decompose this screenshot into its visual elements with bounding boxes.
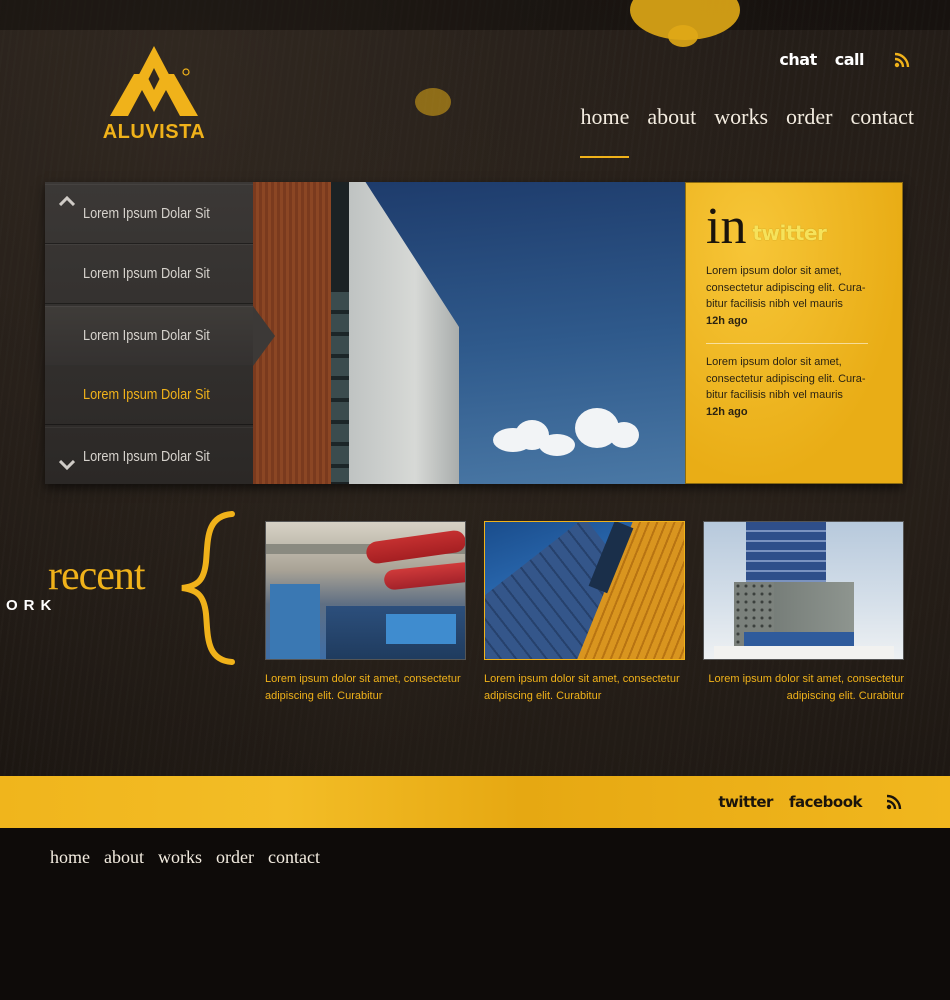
social-links: twitter facebook bbox=[718, 793, 902, 811]
tweet-text: Lorem ipsum dolor sit amet, consectetur … bbox=[706, 356, 866, 401]
chat-link[interactable]: chat bbox=[779, 50, 817, 69]
tweet-time: 12h ago bbox=[706, 405, 748, 418]
tweet-text: Lorem ipsum dolor sit amet, consectetur … bbox=[706, 265, 866, 310]
main-nav: home about works order contact bbox=[580, 104, 914, 158]
slide-item-highlight[interactable]: Lorem Ipsum Dolar Sit bbox=[45, 365, 253, 425]
brand-name: ALUVISTA bbox=[102, 121, 206, 143]
rss-icon[interactable] bbox=[894, 52, 910, 68]
footer-nav-home[interactable]: home bbox=[50, 847, 90, 868]
slide-photo bbox=[253, 182, 685, 484]
facebook-link[interactable]: facebook bbox=[789, 793, 863, 811]
footer-nav-works[interactable]: works bbox=[158, 847, 202, 868]
slide-pointer bbox=[253, 306, 275, 366]
call-link[interactable]: call bbox=[835, 50, 865, 69]
top-links: chat call bbox=[779, 50, 910, 69]
recent-subtitle: ORK bbox=[6, 597, 58, 614]
aluvista-logo-icon bbox=[110, 46, 198, 116]
work-card: Lorem ipsum dolor sit amet, consectetur … bbox=[265, 521, 466, 704]
footer-nav: home about works order contact bbox=[50, 847, 320, 868]
work-card: Lorem ipsum dolor sit amet, consectetur … bbox=[484, 521, 685, 704]
tweet: Lorem ipsum dolor sit amet, consectetur … bbox=[706, 263, 876, 329]
top-band bbox=[0, 0, 950, 30]
slide-item[interactable]: Lorem Ipsum Dolar Sit bbox=[45, 244, 253, 304]
chevron-up-icon[interactable] bbox=[59, 196, 75, 206]
brand-logo[interactable]: ALUVISTA bbox=[96, 44, 212, 144]
slide-item-current[interactable]: Lorem Ipsum Dolar Sit bbox=[45, 306, 253, 366]
twitter-logo-text[interactable]: twitter bbox=[752, 221, 826, 245]
footer-nav-contact[interactable]: contact bbox=[268, 847, 320, 868]
twitter-panel: in twitter Lorem ipsum dolor sit amet, c… bbox=[685, 182, 903, 484]
work-caption: Lorem ipsum dolor sit amet, consectetur … bbox=[265, 673, 461, 702]
nav-about[interactable]: about bbox=[647, 104, 696, 134]
slide-item[interactable]: Lorem Ipsum Dolar Sit bbox=[45, 184, 253, 244]
work-thumbnail[interactable] bbox=[703, 521, 904, 660]
work-caption: Lorem ipsum dolor sit amet, consectetur … bbox=[484, 673, 680, 702]
tweet: Lorem ipsum dolor sit amet, consectetur … bbox=[706, 354, 876, 420]
footer-nav-about[interactable]: about bbox=[104, 847, 144, 868]
work-thumbnail[interactable] bbox=[265, 521, 466, 660]
slide-menu: Lorem Ipsum Dolar Sit Lorem Ipsum Dolar … bbox=[45, 182, 253, 484]
hero-slider: Lorem Ipsum Dolar Sit Lorem Ipsum Dolar … bbox=[45, 182, 903, 484]
tweet-divider bbox=[706, 343, 868, 344]
nav-home[interactable]: home bbox=[580, 104, 629, 158]
slide-item[interactable]: Lorem Ipsum Dolar Sit bbox=[45, 427, 253, 487]
footer-bar: twitter facebook bbox=[0, 776, 950, 828]
work-caption: Lorem ipsum dolor sit amet, consectetur … bbox=[708, 673, 904, 702]
tweet-time: 12h ago bbox=[706, 314, 748, 327]
nav-works[interactable]: works bbox=[714, 104, 768, 134]
twitter-prefix: in bbox=[706, 198, 747, 255]
nav-contact[interactable]: contact bbox=[850, 104, 914, 134]
brace-decoration bbox=[181, 511, 235, 665]
footer-nav-order[interactable]: order bbox=[216, 847, 254, 868]
paint-splat bbox=[415, 88, 451, 116]
paint-splat bbox=[668, 25, 698, 47]
nav-order[interactable]: order bbox=[786, 104, 832, 134]
chevron-down-icon[interactable] bbox=[59, 460, 75, 470]
twitter-link[interactable]: twitter bbox=[718, 793, 773, 811]
rss-icon[interactable] bbox=[886, 794, 902, 810]
recent-title: recent bbox=[48, 553, 146, 599]
work-card: Lorem ipsum dolor sit amet, consectetur … bbox=[703, 521, 904, 704]
work-thumbnail[interactable] bbox=[484, 521, 685, 660]
